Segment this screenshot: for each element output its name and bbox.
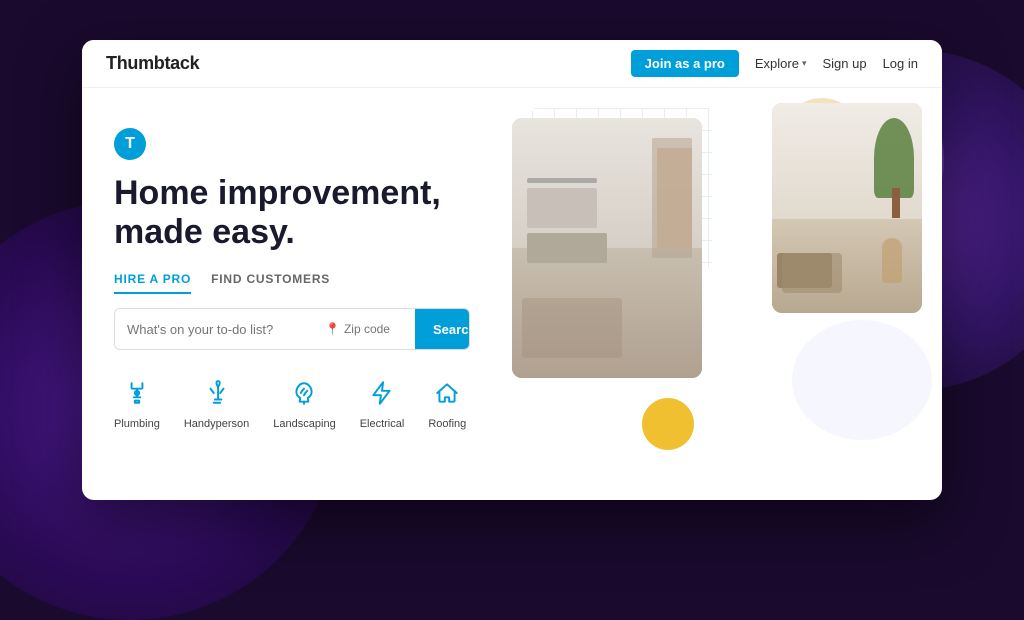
left-section: T Home improvement, made easy. HIRE A PR… [82, 88, 502, 500]
handyperson-icon [198, 374, 236, 412]
hero-images-section [502, 88, 942, 500]
signup-nav-link[interactable]: Sign up [822, 56, 866, 71]
search-button[interactable]: Search [415, 309, 470, 349]
search-bar: 📍 Search [114, 308, 470, 350]
living-room-image-card [772, 103, 922, 313]
kitchen-image-card [512, 118, 702, 378]
zip-code-input[interactable] [344, 322, 414, 336]
location-icon: 📍 [325, 322, 340, 336]
brand-icon: T [114, 128, 146, 160]
tab-hire-a-pro[interactable]: HIRE A PRO [114, 272, 191, 294]
login-nav-link[interactable]: Log in [883, 56, 918, 71]
plumbing-label: Plumbing [114, 418, 160, 430]
browser-window: Thumbtack Join as a pro Explore ▾ Sign u… [82, 40, 942, 500]
logo: Thumbtack [106, 53, 199, 74]
roofing-label: Roofing [428, 418, 466, 430]
chevron-down-icon: ▾ [802, 58, 807, 69]
roofing-icon [428, 374, 466, 412]
light-blob-decoration [792, 320, 932, 440]
category-plumbing[interactable]: Plumbing [114, 374, 160, 430]
electrical-label: Electrical [360, 418, 405, 430]
electrical-icon [363, 374, 401, 412]
category-handyperson[interactable]: Handyperson [184, 374, 249, 430]
plumbing-icon [118, 374, 156, 412]
category-electrical[interactable]: Electrical [360, 374, 405, 430]
category-roofing[interactable]: Roofing [428, 374, 466, 430]
zip-input-container[interactable]: 📍 [315, 309, 415, 349]
nav-right: Join as a pro Explore ▾ Sign up Log in [631, 50, 918, 77]
landscaping-icon [285, 374, 323, 412]
hero-headline: Home improvement, made easy. [114, 174, 470, 252]
landscaping-label: Landscaping [273, 418, 335, 430]
search-input[interactable] [115, 309, 315, 349]
kitchen-image [512, 118, 702, 378]
navbar: Thumbtack Join as a pro Explore ▾ Sign u… [82, 40, 942, 88]
living-room-image [772, 103, 922, 313]
explore-nav-link[interactable]: Explore ▾ [755, 56, 807, 71]
category-list: Plumbing Handyperson [114, 374, 470, 430]
hero-tabs: HIRE A PRO FIND CUSTOMERS [114, 272, 470, 294]
tab-find-customers[interactable]: FIND CUSTOMERS [211, 272, 330, 294]
join-as-pro-button[interactable]: Join as a pro [631, 50, 739, 77]
category-landscaping[interactable]: Landscaping [273, 374, 335, 430]
yellow-circle-decoration [642, 398, 694, 450]
main-content: T Home improvement, made easy. HIRE A PR… [82, 88, 942, 500]
handyperson-label: Handyperson [184, 418, 249, 430]
